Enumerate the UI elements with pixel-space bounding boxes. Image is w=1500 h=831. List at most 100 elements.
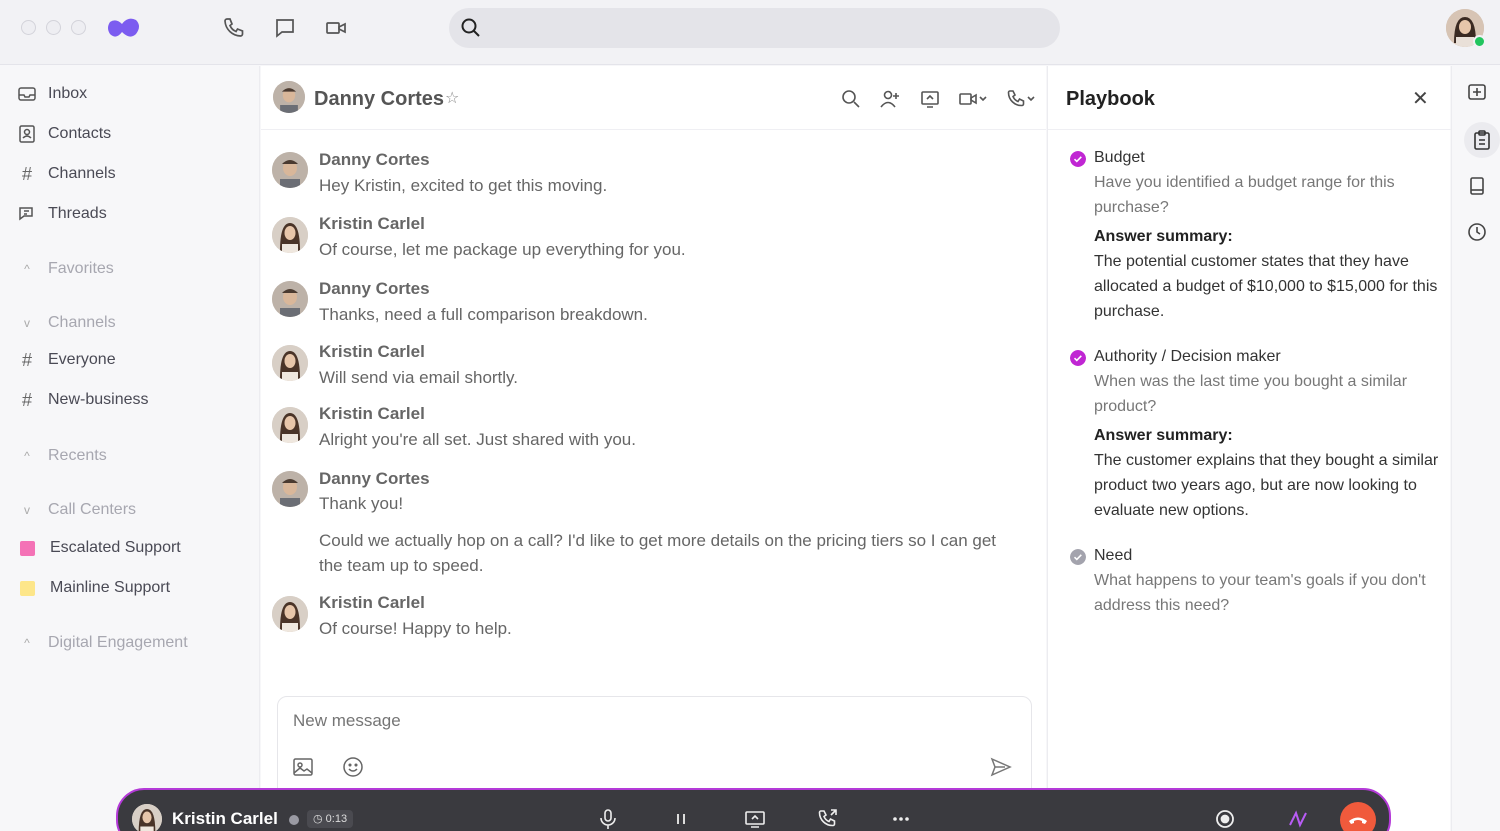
ai-assist-icon[interactable] [1287,808,1309,830]
inbox-icon [16,83,38,105]
channel-item-new-business[interactable]: # New-business [16,387,149,413]
sidebar-item-inbox[interactable]: Inbox [16,81,87,107]
message-author: Kristin Carlel [319,593,425,612]
chat-panel: Danny Cortes ☆ Danny Cortes Hey Kristin,… [261,66,1046,831]
record-icon[interactable] [1214,808,1236,830]
search-bar[interactable] [449,8,1060,48]
transfer-call-icon[interactable] [817,808,839,830]
more-options-icon[interactable] [890,808,912,830]
sidebar-item-channels[interactable]: # Channels [16,161,116,187]
playbook-question: Have you identified a budget range for t… [1094,174,1395,216]
message-avatar-kristin [272,345,308,381]
divider [1048,129,1451,130]
section-digital-engagement[interactable]: ^ Digital Engagement [18,631,187,655]
image-icon[interactable] [292,756,314,778]
check-circle-icon [1070,549,1086,565]
status-dot [289,815,299,825]
screen-share-icon[interactable] [919,88,941,110]
message-avatar-danny [272,471,308,507]
app-logo-icon [108,18,139,37]
chevron-up-icon: ^ [24,636,30,650]
section-recents[interactable]: ^ Recents [18,444,107,468]
message-input[interactable] [293,711,893,731]
star-icon[interactable]: ☆ [445,88,459,108]
search-icon[interactable] [840,88,862,110]
message-author: Kristin Carlel [319,342,425,361]
message-avatar-danny [272,152,308,188]
caller-name: Kristin Carlel [172,809,278,828]
call-center-mainline-support[interactable]: Mainline Support [16,575,170,601]
message-text: Thanks, need a full comparison breakdown… [319,305,648,324]
message-avatar-kristin [272,407,308,443]
threads-icon [16,203,38,225]
color-swatch [20,540,35,556]
add-person-icon[interactable] [879,88,901,110]
message-text: Thank you! [319,494,404,513]
phone-dropdown-icon[interactable] [1006,88,1038,110]
sidebar: Inbox Contacts # Channels Threads ^ Favo… [0,66,260,831]
color-swatch [20,580,35,596]
playbook-panel: Playbook ✕ Budget Have you identified a … [1047,66,1451,831]
active-call-bar: Kristin Carlel ◷ 0:13 [116,788,1391,831]
hang-up-button[interactable] [1340,802,1376,831]
book-icon[interactable] [1466,175,1488,197]
hang-up-icon [1349,817,1367,824]
top-bar [0,0,1500,65]
message-author: Danny Cortes [319,150,430,169]
playbook-item-heading[interactable]: Authority / Decision maker [1094,348,1281,366]
message-text: Hey Kristin, excited to get this moving. [319,176,608,195]
chevron-up-icon: ^ [24,262,30,276]
video-call-dropdown-icon[interactable] [958,88,990,110]
check-circle-icon [1070,350,1086,366]
answer-summary-text: The customer explains that they bought a… [1094,452,1439,519]
section-channels[interactable]: v Channels [18,311,116,335]
add-note-icon[interactable] [1466,82,1488,104]
caller-avatar [132,804,162,831]
close-icon[interactable]: ✕ [1412,86,1429,111]
message-icon[interactable] [273,16,297,40]
microphone-icon[interactable] [597,808,619,830]
window-close-button[interactable] [21,20,36,35]
message-avatar-danny [272,281,308,317]
clock-icon[interactable] [1466,221,1488,243]
screen-share-icon[interactable] [744,808,766,830]
phone-icon[interactable] [222,16,246,40]
check-circle-icon [1070,151,1086,167]
search-icon [461,18,480,37]
contact-avatar[interactable] [273,81,305,113]
section-call-centers[interactable]: v Call Centers [18,498,136,522]
answer-summary-text: The potential customer states that they … [1094,253,1438,320]
call-timer: ◷ 0:13 [307,810,354,828]
playbook-question: What happens to your team's goals if you… [1094,572,1426,614]
message-author: Danny Cortes [319,469,430,488]
chevron-down-icon: v [24,503,30,517]
playbook-question: When was the last time you bought a simi… [1094,373,1408,415]
online-status-badge [1473,35,1486,48]
chevron-down-icon: v [24,316,30,330]
clipboard-icon[interactable] [1471,129,1493,151]
pause-icon[interactable] [670,808,692,830]
call-center-escalated-support[interactable]: Escalated Support [16,535,181,561]
section-favorites[interactable]: ^ Favorites [18,257,114,281]
contact-name[interactable]: Danny Cortes [314,88,444,111]
message-text: Could we actually hop on a call? I'd lik… [319,531,997,575]
message-author: Kristin Carlel [319,404,425,423]
hash-icon: # [21,349,32,370]
channel-item-everyone[interactable]: # Everyone [16,347,116,373]
playbook-item-heading[interactable]: Budget [1094,149,1145,167]
window-maximize-button[interactable] [71,20,86,35]
sidebar-item-threads[interactable]: Threads [16,201,107,227]
playbook-item-heading[interactable]: Need [1094,547,1132,565]
video-icon[interactable] [324,16,348,40]
message-author: Danny Cortes [319,279,430,298]
window-minimize-button[interactable] [46,20,61,35]
answer-summary-label: Answer summary: [1094,228,1233,245]
message-text: Will send via email shortly. [319,368,519,387]
message-avatar-kristin [272,217,308,253]
emoji-icon[interactable] [342,756,364,778]
send-icon[interactable] [990,756,1012,778]
chat-header: Danny Cortes ☆ [261,66,1046,130]
answer-summary-label: Answer summary: [1094,427,1233,444]
sidebar-item-contacts[interactable]: Contacts [16,121,111,147]
contacts-icon [16,123,38,145]
